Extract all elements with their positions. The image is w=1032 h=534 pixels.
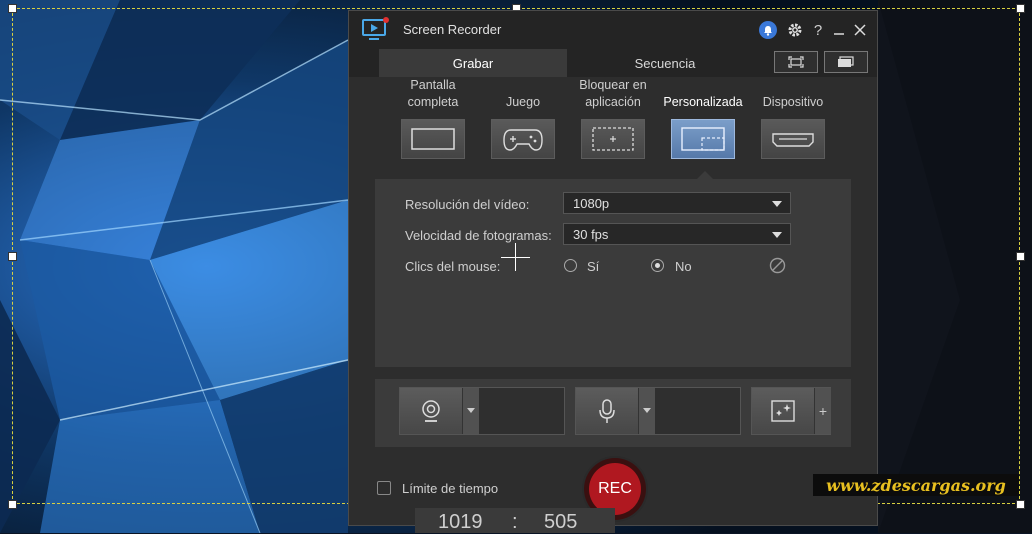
resolution-value: 1080p [573,196,610,211]
hdmi-device-icon[interactable] [761,119,825,159]
mode-full-screen[interactable]: Pantalla completa [388,77,478,159]
mode-custom[interactable]: Personalizada [658,77,748,159]
resize-handle-top-right[interactable] [1016,4,1025,13]
webcam-group [399,387,565,435]
record-button-label: REC [598,480,632,497]
webcam-dropdown-arrow[interactable] [462,388,479,434]
mouse-clicks-no-radio[interactable] [651,259,664,272]
lock-app-icon[interactable] [581,119,645,159]
mouse-clicks-no-label: No [675,259,692,274]
selected-mode-pointer [697,171,713,179]
help-icon[interactable]: ? [807,19,829,41]
resize-handle-bottom-left[interactable] [8,500,17,509]
microphone-dropdown-arrow[interactable] [638,388,655,434]
add-effect-icon[interactable]: + [814,388,831,434]
fps-label: Velocidad de fotogramas: [405,228,552,243]
custom-area-icon[interactable] [671,119,735,159]
coordinate-x: 1019 [438,511,483,533]
mouse-clicks-yes-radio[interactable] [564,259,577,272]
effects-group: + [751,387,831,435]
mode-label: Juego [505,95,541,109]
tab-bar: Grabar Secuencia [349,49,877,77]
mouse-clicks-yes-label: Sí [587,259,600,274]
notification-bell-icon[interactable] [759,21,777,39]
resize-handle-top-left[interactable] [8,4,17,13]
resolution-dropdown[interactable]: 1080p [563,192,791,214]
minimize-icon[interactable] [828,19,850,41]
mode-label: Pantalla completa [407,78,459,109]
microphone-icon[interactable] [576,388,638,434]
mode-label: Bloquear en aplicación [579,78,647,109]
fps-dropdown[interactable]: 30 fps [563,223,791,245]
tab-secuencia[interactable]: Secuencia [575,49,755,77]
mode-game[interactable]: Juego [478,77,568,159]
microphone-group [575,387,741,435]
title-bar[interactable]: Screen Recorder ? [349,11,877,49]
time-limit-checkbox[interactable] [377,481,391,495]
resolution-label: Resolución del vídeo: [405,197,530,212]
window-view-button[interactable] [824,51,868,73]
fullscreen-view-button[interactable] [774,51,818,73]
effects-icon[interactable] [752,388,814,434]
capture-modes: Pantalla completa Juego Bloquear en apli… [375,77,851,181]
input-devices-panel: + [375,379,851,447]
full-screen-icon[interactable] [401,119,465,159]
resize-handle-right[interactable] [1016,252,1025,261]
chevron-down-icon [772,232,782,238]
chevron-down-icon [772,201,782,207]
mouse-clicks-label: Clics del mouse: [405,259,501,274]
disabled-icon[interactable] [769,257,786,279]
tab-grabar[interactable]: Grabar [379,49,567,77]
mode-lock-app[interactable]: Bloquear en aplicación [568,77,658,159]
mode-device[interactable]: Dispositivo [748,77,838,159]
time-limit-label: Límite de tiempo [402,481,499,496]
window-title: Screen Recorder [403,22,502,37]
watermark: www.zdescargas.org [813,474,1019,496]
mode-label: Dispositivo [762,95,824,109]
coordinate-separator: : [512,511,518,533]
resize-handle-bottom-right[interactable] [1016,500,1025,509]
resize-handle-left[interactable] [8,252,17,261]
crosshair-cursor-icon [501,257,530,258]
close-icon[interactable] [849,19,871,41]
webcam-icon[interactable] [400,388,462,434]
screen-recorder-app-icon [361,16,391,44]
screen-recorder-window: Screen Recorder ? Grabar Secuencia Panta… [348,10,878,526]
settings-gear-icon[interactable] [784,19,806,41]
fps-value: 30 fps [573,227,609,242]
mode-label: Personalizada [663,95,743,109]
coordinate-y: 505 [544,511,578,533]
gamepad-icon[interactable] [491,119,555,159]
cursor-coordinates: 1019 : 505 [415,508,615,533]
settings-panel: Resolución del vídeo: 1080p Velocidad de… [375,179,851,367]
